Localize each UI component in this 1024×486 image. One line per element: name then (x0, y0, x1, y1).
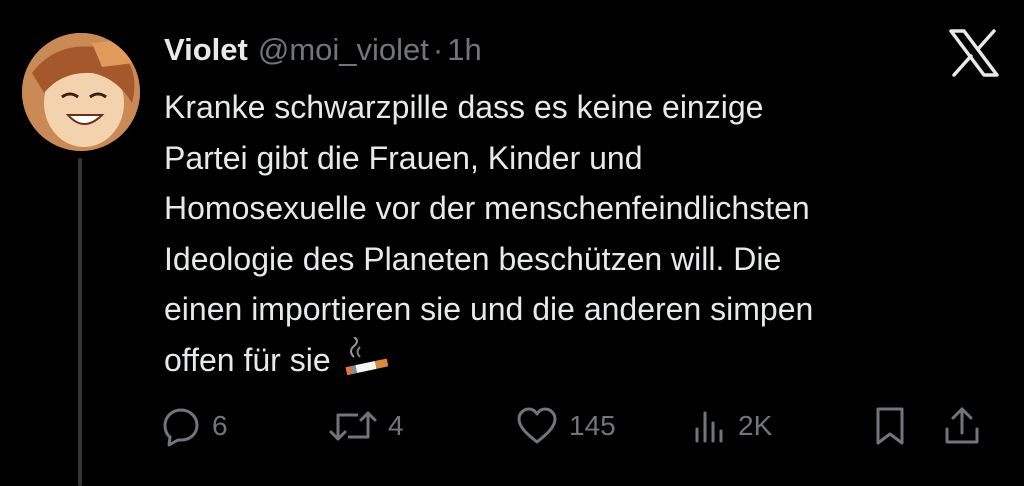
tweet-text: Kranke schwarzpille dass es keine einzig… (164, 82, 994, 385)
like-button[interactable]: 145 (515, 398, 616, 454)
bookmark-button[interactable] (870, 398, 910, 454)
tweet-header: Violet @moi_violet · 1h (164, 28, 482, 72)
display-name[interactable]: Violet (164, 32, 248, 67)
thread-line (78, 158, 82, 486)
share-icon (945, 407, 979, 444)
bookmark-icon (876, 407, 904, 445)
reply-button[interactable]: 6 (160, 398, 228, 454)
retweet-button[interactable]: 4 (328, 398, 404, 454)
avatar-image (22, 33, 140, 151)
reply-icon (163, 408, 199, 447)
views-count: 2K (738, 410, 773, 441)
share-button[interactable] (942, 398, 982, 454)
views-icon (695, 411, 723, 443)
views-button[interactable]: 2K (692, 398, 772, 454)
avatar[interactable] (22, 33, 140, 151)
timestamp[interactable]: 1h (447, 32, 481, 67)
retweet-count: 4 (388, 410, 404, 441)
separator-dot: · (432, 32, 444, 67)
user-handle[interactable]: @moi_violet (258, 32, 429, 67)
like-count: 145 (569, 410, 616, 441)
action-bar: 6 4 145 2K (160, 398, 1000, 454)
x-logo-icon (948, 28, 1000, 78)
tweet-text-body: Kranke schwarzpille dass es keine einzig… (164, 89, 814, 378)
reply-count: 6 (212, 410, 228, 441)
retweet-icon (329, 411, 377, 441)
cigarette-emoji (340, 335, 392, 377)
heart-icon (517, 407, 557, 444)
